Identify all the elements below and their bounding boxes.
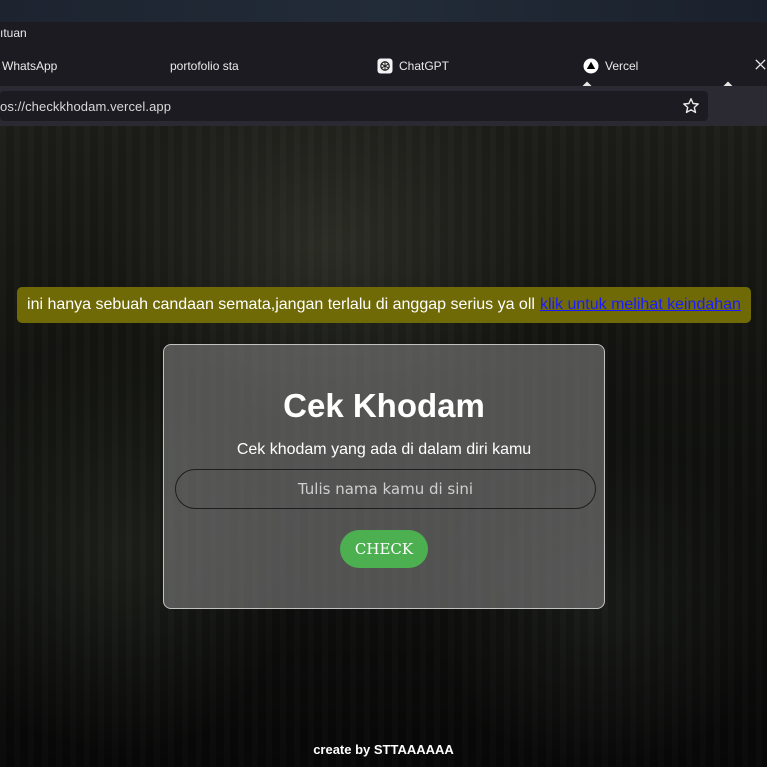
tab-portofolio[interactable]: portofolio sta — [170, 50, 239, 82]
footer-credit: create by STTAAAAAA — [313, 742, 454, 757]
menu-bar: ıtuan — [0, 22, 767, 44]
tab-whatsapp[interactable]: WhatsApp — [2, 50, 57, 82]
navigation-bar: os://checkkhodam.vercel.app — [0, 86, 767, 126]
tab-label: ChatGPT — [399, 59, 450, 73]
tab-chatgpt[interactable]: ChatGPT — [377, 50, 449, 82]
url-text[interactable]: os://checkkhodam.vercel.app — [0, 99, 171, 114]
tab-bar: WhatsApp portofolio sta ChatGPT Vercel — [0, 44, 767, 623]
card-subtitle: Cek khodam yang ada di dalam diri kamu — [236, 441, 532, 458]
tab-label: portofolio sta — [170, 59, 239, 73]
khodam-card: Cek Khodam Cek khodam yang ada di dalam … — [163, 344, 605, 609]
disclaimer-text: ini hanya sebuah candaan semata,jangan t… — [27, 296, 535, 313]
disclaimer-banner: ini hanya sebuah candaan semata,jangan t… — [17, 287, 751, 323]
menu-item[interactable]: ıtuan — [0, 26, 27, 40]
name-input[interactable] — [175, 469, 596, 509]
address-bar[interactable]: os://checkkhodam.vercel.app — [0, 91, 708, 121]
beauty-link[interactable]: klik untuk melihat keindahan — [540, 296, 741, 314]
page-content: ini hanya sebuah candaan semata,jangan t… — [0, 126, 767, 767]
vercel-icon — [583, 58, 599, 74]
tab-label: WhatsApp — [2, 59, 58, 73]
chatgpt-icon — [377, 58, 393, 74]
tab-vercel[interactable]: Vercel — [583, 50, 638, 82]
card-title: Cek Khodam — [283, 387, 485, 424]
check-button[interactable]: CHECK — [340, 530, 428, 568]
close-icon[interactable] — [754, 58, 767, 71]
window-top-strip — [0, 0, 767, 22]
tab-label: Vercel — [605, 59, 639, 73]
bookmark-star-icon[interactable] — [682, 97, 700, 115]
